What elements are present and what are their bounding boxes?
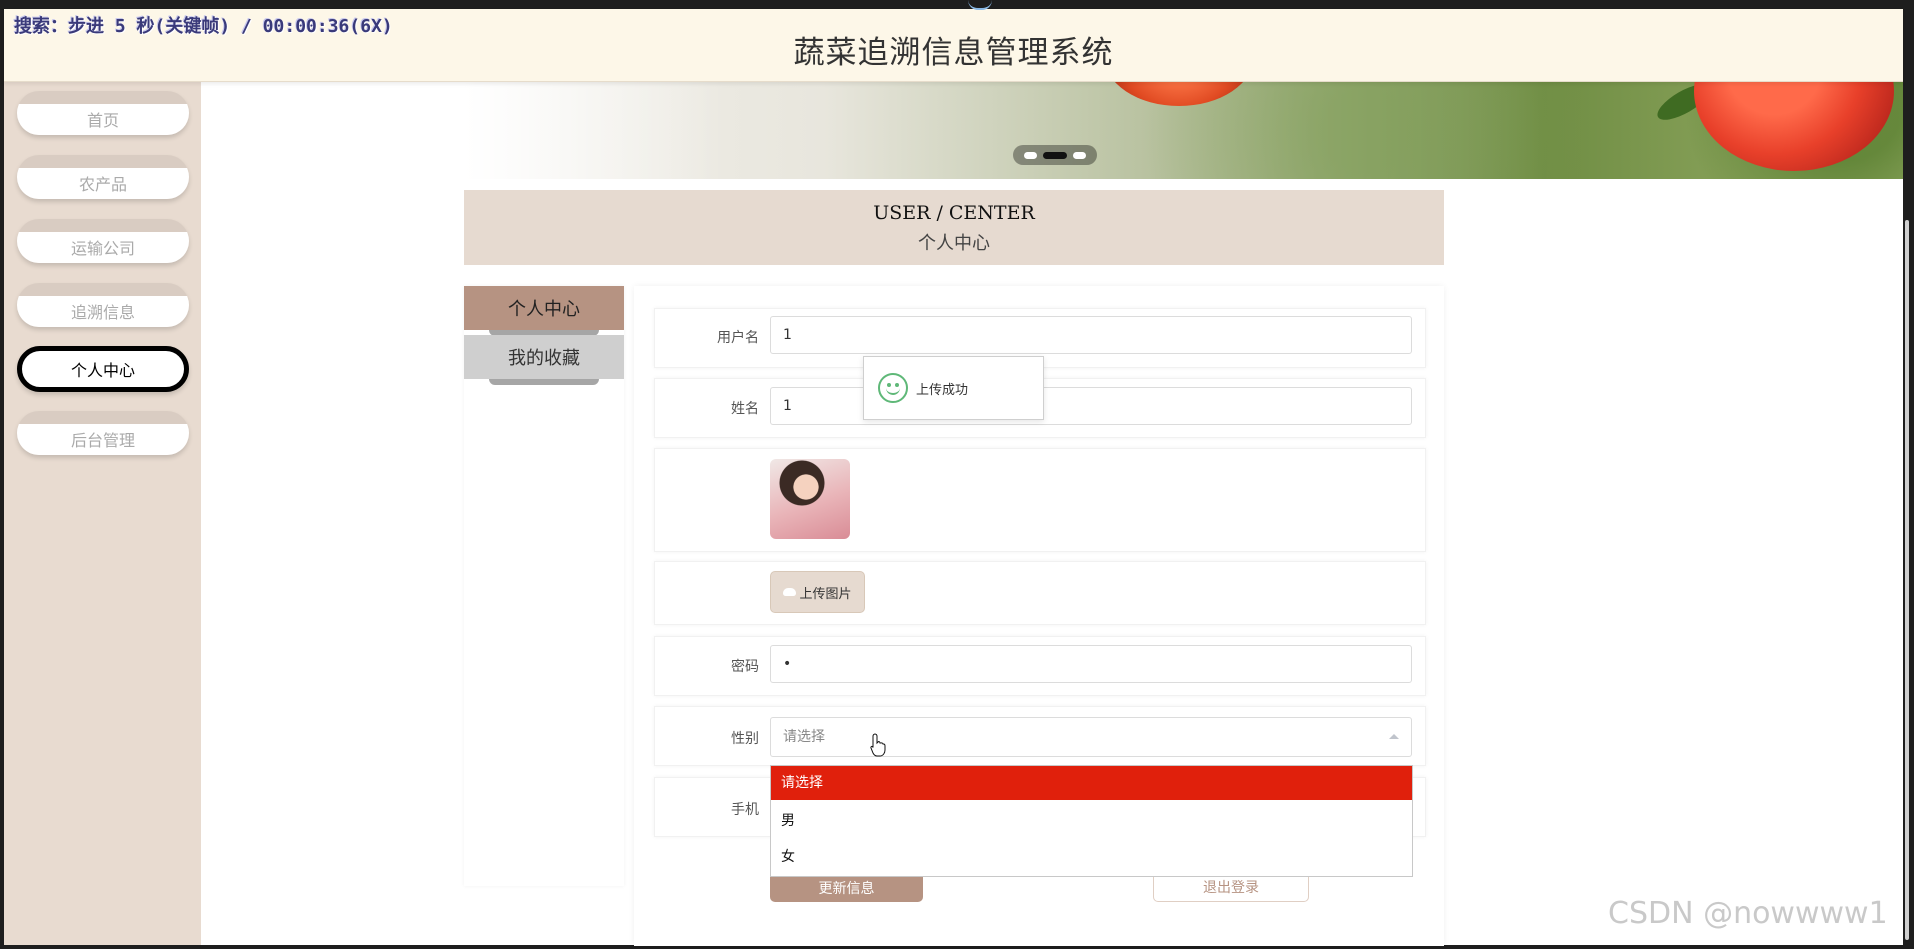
sidebar-item-trace[interactable]: 追溯信息: [17, 283, 189, 327]
gender-label: 性别: [731, 731, 759, 747]
sidebar-item-label: 农产品: [78, 175, 127, 194]
banner-fruit-image: [1104, 81, 1254, 106]
smile-icon: [878, 373, 908, 403]
logout-label: 退出登录: [1203, 880, 1259, 896]
user-center-title-en: USER / CENTER: [873, 202, 1035, 224]
carousel-indicators: [1013, 145, 1097, 165]
banner-fade: [464, 81, 724, 179]
tab-user-center[interactable]: 个人中心: [464, 286, 624, 330]
cloud-upload-icon: [783, 588, 797, 596]
banner-fruit-image: [1694, 81, 1894, 171]
csdn-watermark: CSDN @nowwww1: [1608, 896, 1888, 931]
user-center-title-cn: 个人中心: [918, 233, 990, 254]
user-tabs-panel: 个人中心 我的收藏: [464, 286, 624, 886]
caret-up-icon: [1389, 734, 1399, 739]
gender-option-placeholder[interactable]: 请选择: [771, 766, 1412, 800]
password-input[interactable]: •: [770, 645, 1412, 683]
video-seek-overlay: 搜索：步进 5 秒(关键帧) / 00:00:36(6X): [14, 16, 393, 37]
upload-image-button[interactable]: 上传图片: [770, 571, 865, 613]
success-toast: 上传成功: [863, 356, 1044, 420]
carousel-dot-active[interactable]: [1043, 151, 1067, 159]
sidebar-item-transport[interactable]: 运输公司: [17, 219, 189, 263]
tab-favorites[interactable]: 我的收藏: [464, 335, 624, 379]
sidebar-item-home[interactable]: 首页: [17, 91, 189, 135]
sidebar-item-label: 首页: [86, 111, 119, 130]
password-label: 密码: [731, 659, 759, 675]
toast-message: 上传成功: [916, 382, 969, 398]
sidebar-item-label: 个人中心: [70, 361, 135, 380]
sidebar-item-admin[interactable]: 后台管理: [17, 411, 189, 455]
avatar: [770, 459, 850, 539]
gender-select-value: 请选择: [783, 729, 825, 745]
sidebar-item-user-center[interactable]: 个人中心: [17, 346, 189, 392]
carousel-dot[interactable]: [1073, 151, 1086, 159]
username-label: 用户名: [717, 330, 759, 346]
gender-dropdown: 请选择 男 女: [770, 765, 1413, 877]
upload-image-label: 上传图片: [799, 586, 852, 602]
page-scrollbar[interactable]: [1905, 220, 1909, 940]
name-label: 姓名: [731, 401, 759, 417]
sidebar-nav: 首页 农产品 运输公司 追溯信息 个人中心 后台管理: [4, 81, 201, 945]
gender-option-male[interactable]: 男: [771, 804, 1412, 838]
gender-option-female[interactable]: 女: [771, 840, 1412, 874]
user-center-heading: USER / CENTER 个人中心: [464, 190, 1444, 265]
tab-label: 个人中心: [508, 299, 580, 320]
window-frame-top: [0, 0, 1914, 9]
sidebar-item-label: 运输公司: [70, 239, 135, 258]
update-info-label: 更新信息: [818, 881, 875, 897]
banner-carousel: [464, 81, 1903, 179]
carousel-dot[interactable]: [1024, 151, 1037, 159]
sidebar-item-label: 追溯信息: [70, 303, 135, 322]
tab-shadow: [489, 379, 599, 385]
phone-label: 手机: [731, 802, 759, 818]
sidebar-item-products[interactable]: 农产品: [17, 155, 189, 199]
username-input[interactable]: 1: [770, 316, 1412, 354]
hand-cursor-icon: [870, 733, 886, 757]
sidebar-item-label: 后台管理: [70, 431, 135, 450]
gender-select[interactable]: 请选择: [770, 717, 1412, 757]
tab-label: 我的收藏: [508, 348, 580, 369]
